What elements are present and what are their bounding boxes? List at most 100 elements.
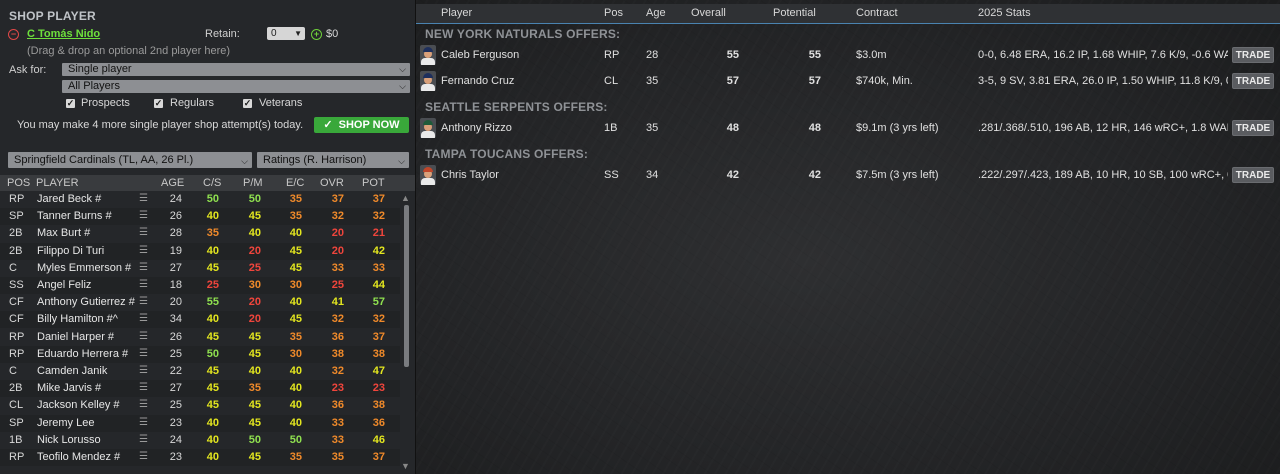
col-offer-overall[interactable]: Overall	[691, 7, 726, 19]
row-ec: 45	[289, 313, 302, 326]
roster-row[interactable]: C Myles Emmerson # ☰ 27 45 25 45 33 33	[0, 260, 400, 277]
list-icon[interactable]: ☰	[139, 193, 148, 204]
retain-select[interactable]: 0 ▼	[267, 27, 305, 40]
list-icon[interactable]: ☰	[139, 434, 148, 445]
prospects-checkbox[interactable]: ✓	[66, 99, 75, 108]
list-icon[interactable]: ☰	[139, 348, 148, 359]
list-icon[interactable]: ☰	[139, 210, 148, 221]
list-icon[interactable]: ☰	[139, 382, 148, 393]
row-pos: SP	[9, 416, 24, 429]
ratings-select[interactable]: Ratings (R. Harrison) ⌵	[257, 152, 409, 168]
shop-now-button[interactable]: ✓ SHOP NOW	[314, 117, 409, 133]
offer-player-name[interactable]: Anthony Rizzo	[441, 122, 512, 134]
team-select-value: Springfield Cardinals (TL, AA, 26 Pl.)	[14, 154, 194, 166]
add-money-icon[interactable]: +	[311, 29, 322, 40]
roster-row[interactable]: SP Jeremy Lee ☰ 23 40 45 40 33 36	[0, 414, 400, 432]
col-player[interactable]: PLAYER	[36, 177, 79, 189]
row-player-name[interactable]: Billy Hamilton #^	[37, 313, 118, 325]
col-age[interactable]: AGE	[161, 177, 184, 189]
col-offer-player[interactable]: Player	[441, 7, 472, 19]
offer-player-name[interactable]: Chris Taylor	[441, 169, 499, 181]
roster-row[interactable]: CF Anthony Gutierrez # ☰ 20 55 20 40 41 57	[0, 294, 400, 311]
list-icon[interactable]: ☰	[139, 365, 148, 376]
regulars-checkbox[interactable]: ✓	[154, 99, 163, 108]
offer-player-name[interactable]: Caleb Ferguson	[441, 49, 519, 61]
col-offer-pos[interactable]: Pos	[604, 7, 623, 19]
ask-pool-select[interactable]: All Players ⌵	[62, 80, 410, 93]
list-icon[interactable]: ☰	[139, 262, 148, 273]
offer-row[interactable]: Fernando Cruz CL 35 57 57 $740k, Min. 3-5, 9 S…	[416, 69, 1280, 93]
ask-type-select[interactable]: Single player ⌵	[62, 63, 410, 76]
col-ovr[interactable]: OVR	[320, 177, 344, 189]
roster-row[interactable]: SS Angel Feliz ☰ 18 25 30 30 25 44	[0, 277, 400, 294]
offer-age: 35	[646, 75, 659, 87]
row-player-name[interactable]: Teofilo Mendez #	[37, 451, 120, 463]
col-pm[interactable]: P/M	[243, 177, 263, 189]
row-player-name[interactable]: Anthony Gutierrez #	[37, 296, 135, 308]
row-player-name[interactable]: Nick Lorusso	[37, 434, 101, 446]
list-icon[interactable]: ☰	[139, 296, 148, 307]
roster-row[interactable]: SP Tanner Burns # ☰ 26 40 45 35 32 32	[0, 208, 400, 226]
list-icon[interactable]: ☰	[139, 313, 148, 324]
veterans-checkbox[interactable]: ✓	[243, 99, 252, 108]
row-player-name[interactable]: Camden Janik	[37, 365, 107, 377]
col-pos[interactable]: POS	[7, 177, 30, 189]
scroll-up-icon[interactable]: ▲	[401, 193, 410, 203]
col-offer-potential[interactable]: Potential	[773, 7, 816, 19]
row-player-name[interactable]: Jared Beck #	[37, 193, 101, 205]
row-player-name[interactable]: Angel Feliz	[37, 279, 91, 291]
roster-row[interactable]: 2B Mike Jarvis # ☰ 27 45 35 40 23 23	[0, 380, 400, 398]
scroll-down-icon[interactable]: ▼	[401, 461, 410, 471]
trade-button[interactable]: TRADE	[1232, 120, 1274, 136]
col-offer-stats[interactable]: 2025 Stats	[978, 7, 1031, 19]
col-offer-contract[interactable]: Contract	[856, 7, 898, 19]
col-offer-age[interactable]: Age	[646, 7, 666, 19]
trade-button[interactable]: TRADE	[1232, 167, 1274, 183]
col-ec[interactable]: E/C	[286, 177, 304, 189]
offer-contract: $7.5m (3 yrs left)	[856, 169, 939, 181]
row-player-name[interactable]: Eduardo Herrera #	[37, 348, 128, 360]
offer-row[interactable]: Caleb Ferguson RP 28 55 55 $3.0m 0-0, 6.48 ERA…	[416, 43, 1280, 67]
roster-row[interactable]: RP Jared Beck # ☰ 24 50 50 35 37 37	[0, 191, 400, 208]
row-player-name[interactable]: Filippo Di Turi	[37, 245, 104, 257]
roster-row[interactable]: CF Billy Hamilton #^ ☰ 34 40 20 45 32 32	[0, 311, 400, 329]
roster-row[interactable]: 1B Nick Lorusso ☰ 24 40 50 50 33 46	[0, 432, 400, 449]
row-player-name[interactable]: Daniel Harper #	[37, 331, 114, 343]
row-player-name[interactable]: Tanner Burns #	[37, 210, 112, 222]
row-player-name[interactable]: Max Burt #	[37, 227, 90, 239]
roster-row[interactable]: 2B Filippo Di Turi ☰ 19 40 20 45 20 42	[0, 242, 400, 260]
roster-scrollbar-thumb[interactable]	[404, 205, 409, 367]
col-pot[interactable]: POT	[362, 177, 385, 189]
row-player-name[interactable]: Mike Jarvis #	[37, 382, 101, 394]
list-icon[interactable]: ☰	[139, 451, 148, 462]
row-cs: 40	[206, 433, 219, 446]
trade-button[interactable]: TRADE	[1232, 73, 1274, 89]
list-icon[interactable]: ☰	[139, 331, 148, 342]
row-player-name[interactable]: Jeremy Lee	[37, 417, 94, 429]
row-age: 26	[169, 210, 182, 223]
list-icon[interactable]: ☰	[139, 227, 148, 238]
offer-row[interactable]: Anthony Rizzo 1B 35 48 48 $9.1m (3 yrs left).…	[416, 116, 1280, 140]
team-select[interactable]: Springfield Cardinals (TL, AA, 26 Pl.) ⌵	[8, 152, 252, 168]
row-player-name[interactable]: Jackson Kelley #	[37, 399, 120, 411]
roster-row[interactable]: RP Teofilo Mendez # ☰ 23 40 45 35 35 37	[0, 449, 400, 466]
offer-player-name[interactable]: Fernando Cruz	[441, 75, 514, 87]
shopped-player-link[interactable]: C Tomás Nido	[27, 28, 100, 40]
list-icon[interactable]: ☰	[139, 245, 148, 256]
drag-drop-hint[interactable]: (Drag & drop an optional 2nd player here…	[27, 45, 230, 57]
roster-row[interactable]: RP Eduardo Herrera # ☰ 25 50 45 30 38 38	[0, 345, 400, 363]
row-pos: SS	[9, 279, 24, 291]
roster-row[interactable]: RP Daniel Harper # ☰ 26 45 45 35 36 37	[0, 329, 400, 346]
offer-row[interactable]: Chris Taylor SS 34 42 42 $7.5m (3 yrs left) .2…	[416, 163, 1280, 187]
col-cs[interactable]: C/S	[203, 177, 221, 189]
list-icon[interactable]: ☰	[139, 417, 148, 428]
list-icon[interactable]: ☰	[139, 279, 148, 290]
remove-player-icon[interactable]: −	[8, 29, 19, 40]
roster-row[interactable]: C Camden Janik ☰ 22 45 40 40 32 47	[0, 363, 400, 380]
list-icon[interactable]: ☰	[139, 399, 148, 410]
row-player-name[interactable]: Myles Emmerson #	[37, 262, 131, 274]
row-ovr: 32	[331, 365, 344, 377]
roster-row[interactable]: 2B Max Burt # ☰ 28 35 40 40 20 21	[0, 225, 400, 242]
roster-row[interactable]: CL Jackson Kelley # ☰ 25 45 45 40 36 38	[0, 397, 400, 414]
trade-button[interactable]: TRADE	[1232, 47, 1274, 63]
